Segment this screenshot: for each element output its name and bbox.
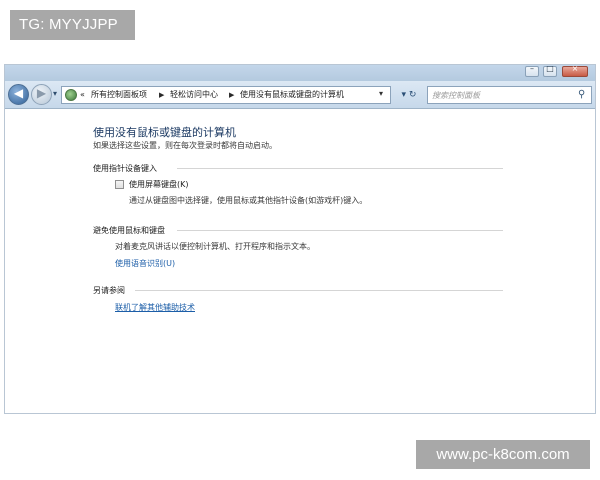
maximize-icon: □ bbox=[546, 64, 554, 73]
section-divider bbox=[177, 168, 503, 169]
forward-button[interactable]: ▶ bbox=[31, 84, 52, 105]
search-input[interactable] bbox=[432, 89, 572, 101]
control-panel-icon bbox=[65, 89, 77, 101]
section-heading-see-also: 另请参阅 bbox=[93, 286, 125, 295]
section-heading-pointing-device: 使用指针设备键入 bbox=[93, 164, 157, 173]
close-icon: × bbox=[571, 64, 579, 73]
section-divider bbox=[177, 230, 503, 231]
control-panel-window: – □ × ◀ ▶ ▾ « 所有控制面板项 ▶ 轻松访问中心 ▶ 使用没有鼠标或… bbox=[4, 64, 596, 414]
onscreen-keyboard-label[interactable]: 使用屏幕键盘(K) bbox=[129, 179, 189, 190]
breadcrumb-all-items[interactable]: 所有控制面板项 bbox=[91, 89, 147, 101]
onscreen-keyboard-description: 通过从键盘图中选择键，使用鼠标或其他指针设备(如游戏杆)键入。 bbox=[129, 196, 368, 205]
refresh-button[interactable]: ▾ ↻ bbox=[395, 88, 423, 103]
title-bar: – □ × bbox=[5, 64, 595, 81]
breadcrumb-lead[interactable]: « bbox=[80, 89, 85, 101]
forward-arrow-icon: ▶ bbox=[36, 86, 47, 100]
breadcrumb-separator-icon[interactable]: ▶ bbox=[229, 89, 234, 101]
page-title: 使用没有鼠标或键盘的计算机 bbox=[93, 126, 236, 139]
speech-recognition-link[interactable]: 使用语音识别(U) bbox=[115, 258, 175, 269]
back-arrow-icon: ◀ bbox=[13, 86, 24, 100]
recent-pages-dropdown[interactable]: ▾ bbox=[53, 89, 57, 98]
page-description: 如果选择这些设置，则在每次登录时都将自动启动。 bbox=[93, 141, 277, 150]
breadcrumb-current-page[interactable]: 使用没有鼠标或键盘的计算机 bbox=[240, 89, 344, 101]
assistive-technology-link[interactable]: 联机了解其他辅助技术 bbox=[115, 302, 195, 313]
section-heading-avoid-mouse-keyboard: 避免使用鼠标和键盘 bbox=[93, 226, 165, 235]
watermark-bottom: www.pc-k8com.com bbox=[416, 440, 590, 469]
minimize-button[interactable]: – bbox=[525, 64, 539, 77]
search-box[interactable]: ⚲ bbox=[427, 86, 592, 104]
onscreen-keyboard-checkbox[interactable] bbox=[115, 180, 124, 189]
address-bar[interactable]: « 所有控制面板项 ▶ 轻松访问中心 ▶ 使用没有鼠标或键盘的计算机 ▾ bbox=[61, 86, 391, 104]
breadcrumb-separator-icon[interactable]: ▶ bbox=[159, 89, 164, 101]
breadcrumb-ease-of-access[interactable]: 轻松访问中心 bbox=[170, 89, 218, 101]
navigation-bar: ◀ ▶ ▾ « 所有控制面板项 ▶ 轻松访问中心 ▶ 使用没有鼠标或键盘的计算机… bbox=[5, 81, 595, 109]
magnifier-icon[interactable]: ⚲ bbox=[578, 89, 585, 100]
close-button[interactable]: × bbox=[562, 64, 588, 77]
watermark-top: TG: MYYJJPP bbox=[10, 10, 135, 40]
back-button[interactable]: ◀ bbox=[8, 84, 29, 105]
address-dropdown-icon[interactable]: ▾ bbox=[379, 89, 383, 98]
speech-description: 对着麦克风讲话以便控制计算机、打开程序和指示文本。 bbox=[115, 242, 315, 251]
maximize-button[interactable]: □ bbox=[543, 64, 557, 77]
section-divider bbox=[135, 290, 503, 291]
minimize-icon: – bbox=[530, 64, 534, 73]
